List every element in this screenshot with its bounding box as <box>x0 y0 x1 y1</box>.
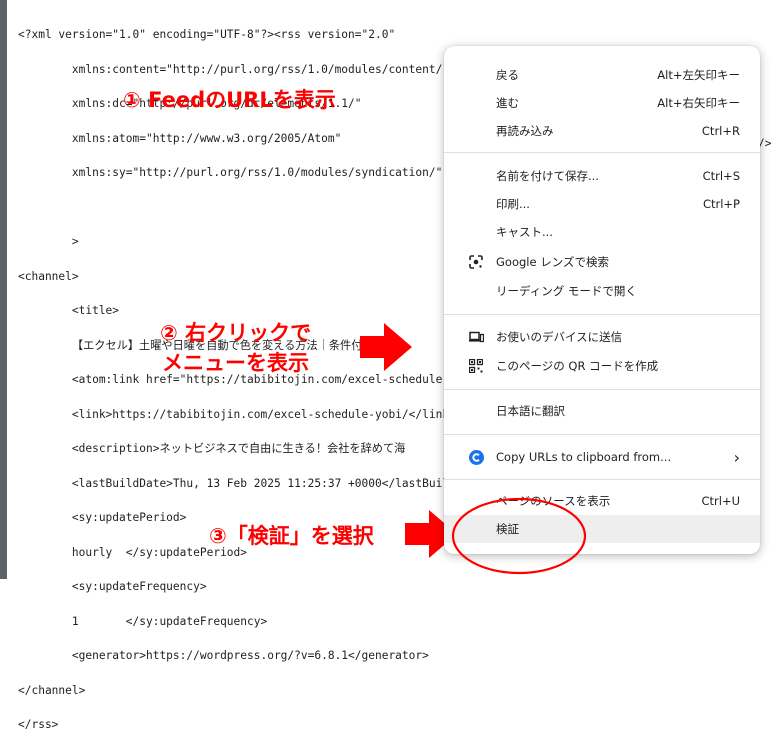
menu-item-send-to-devices[interactable]: お使いのデバイスに送信 <box>444 323 760 351</box>
menu-item-label: お使いのデバイスに送信 <box>496 330 623 344</box>
browser-left-edge <box>0 0 7 579</box>
xml-line: </rss> <box>18 718 59 731</box>
menu-item-shortcut: Ctrl+R <box>701 124 740 138</box>
annotation-step1: ① FeedのURLを表示 <box>123 88 336 112</box>
annotation-step2-line1: ② 右クリックで <box>160 321 312 345</box>
menu-item-shortcut: Alt+右矢印キー <box>657 96 740 110</box>
menu-item-copy-urls[interactable]: Copy URLs to clipboard from... › <box>444 443 760 471</box>
extension-c-icon <box>468 449 484 465</box>
xml-line: </channel> <box>18 683 86 697</box>
menu-item-label: 再読み込み <box>496 124 554 138</box>
highlight-ellipse <box>451 497 587 575</box>
menu-separator <box>444 152 760 153</box>
menu-separator <box>444 389 760 390</box>
menu-item-label: Google レンズで検索 <box>496 255 609 269</box>
xml-line: 1 </sy:updateFrequency> <box>18 614 268 628</box>
google-lens-icon <box>468 254 484 270</box>
red-arrow-icon <box>360 323 412 371</box>
menu-item-label: キャスト... <box>496 225 553 239</box>
menu-item-label: 進む <box>496 96 519 110</box>
menu-item-label: 日本語に翻訳 <box>496 404 565 418</box>
menu-item-shortcut: Ctrl+S <box>702 169 740 183</box>
devices-icon <box>468 329 484 345</box>
menu-item-reload[interactable]: 再読み込み Ctrl+R <box>444 117 760 145</box>
xml-line: <?xml version="1.0" encoding="UTF-8"?><r… <box>18 28 396 41</box>
menu-item-translate[interactable]: 日本語に翻訳 <box>444 397 760 425</box>
menu-item-back[interactable]: 戻る Alt+左矢印キー <box>444 61 760 89</box>
xml-line: <generator>https://wordpress.org/?v=6.8.… <box>18 649 429 662</box>
qr-code-icon <box>468 358 484 374</box>
annotation-step2: ② 右クリックで メニューを表示 <box>160 318 311 378</box>
menu-separator <box>444 434 760 435</box>
menu-item-label: 戻る <box>496 68 519 82</box>
annotation-step3: ③「検証」を選択 <box>209 524 374 548</box>
menu-item-google-lens[interactable]: Google レンズで検索 <box>444 248 760 276</box>
menu-item-label: Copy URLs to clipboard from... <box>496 450 672 464</box>
menu-separator <box>444 479 760 480</box>
menu-item-shortcut: Ctrl+U <box>701 494 740 508</box>
menu-item-print[interactable]: 印刷... Ctrl+P <box>444 190 760 218</box>
xml-overflow-fragment: /> <box>758 137 772 150</box>
menu-item-reading-mode[interactable]: リーディング モードで開く <box>444 277 760 305</box>
menu-item-shortcut: Ctrl+P <box>702 197 740 211</box>
menu-item-label: 名前を付けて保存... <box>496 169 599 183</box>
menu-item-label: リーディング モードで開く <box>496 284 637 298</box>
menu-item-label: 印刷... <box>496 197 530 211</box>
menu-separator <box>444 314 760 315</box>
menu-item-shortcut: Alt+左矢印キー <box>657 68 740 82</box>
context-menu: 戻る Alt+左矢印キー 進む Alt+右矢印キー 再読み込み Ctrl+R 名… <box>444 46 760 554</box>
annotation-step2-line2: メニューを表示 <box>162 351 310 375</box>
menu-item-forward[interactable]: 進む Alt+右矢印キー <box>444 89 760 117</box>
menu-item-save-as[interactable]: 名前を付けて保存... Ctrl+S <box>444 162 760 190</box>
menu-item-cast[interactable]: キャスト... <box>444 218 760 246</box>
menu-item-qr-code[interactable]: このページの QR コードを作成 <box>444 352 760 380</box>
menu-item-label: このページの QR コードを作成 <box>496 359 659 373</box>
xml-line: <sy:updateFrequency> <box>18 580 207 593</box>
chevron-right-icon: › <box>733 447 740 467</box>
